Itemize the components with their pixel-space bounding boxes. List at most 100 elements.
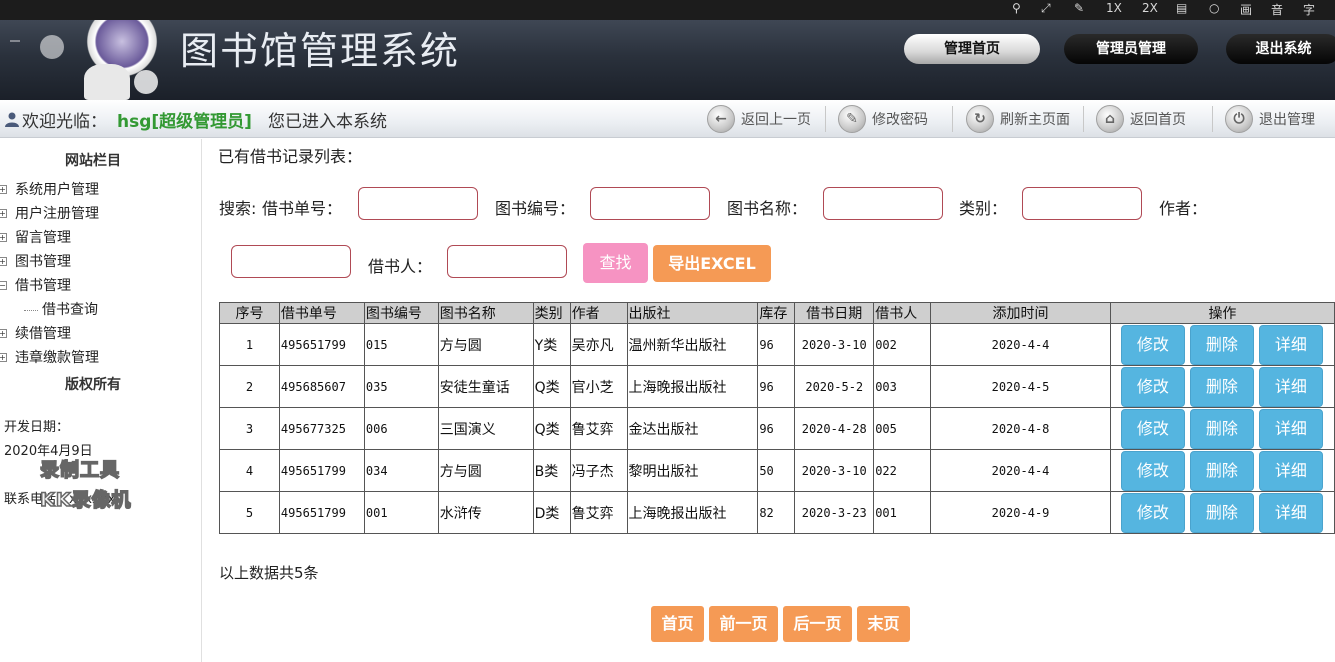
delete-button[interactable]: 删除 <box>1189 492 1254 533</box>
zoom-2x-button[interactable]: 2X <box>1142 1 1158 15</box>
last-page-button[interactable]: 末页 <box>857 606 910 642</box>
delete-button[interactable]: 删除 <box>1189 408 1254 449</box>
cell-stock: 96 <box>757 365 796 408</box>
order-no-label: 借书单号： <box>262 199 343 218</box>
tree-expand-icon: + <box>0 256 7 266</box>
sidebar-item-label: 违章缴款管理 <box>15 350 99 366</box>
detail-button[interactable]: 详细 <box>1258 324 1323 365</box>
decor-bubble <box>40 35 64 59</box>
zoom-1x-button[interactable]: 1X <box>1106 1 1122 15</box>
audio-button[interactable]: 音 <box>1271 1 1283 18</box>
export-excel-button[interactable]: 导出EXCEL <box>653 245 771 282</box>
first-page-button[interactable]: 首页 <box>651 606 704 642</box>
author-label: 作者： <box>1159 199 1208 218</box>
logout-button[interactable]: 退出系统 <box>1226 34 1335 64</box>
refresh-icon: ↻ <box>966 105 994 133</box>
picture-button[interactable]: 画 <box>1240 1 1252 18</box>
fullscreen-icon[interactable]: ⤢ <box>1041 1 1051 16</box>
return-home-label: 返回首页 <box>1130 112 1186 128</box>
delete-button[interactable]: 删除 <box>1189 324 1254 365</box>
detail-button[interactable]: 详细 <box>1258 408 1323 449</box>
site-header: 图书馆管理系统 管理首页 管理员管理 退出系统 <box>0 20 1335 100</box>
edit-icon[interactable]: ✎ <box>1074 1 1084 15</box>
cell-actions: 修改 删除 详细 <box>1109 491 1335 534</box>
cell-book-name: 方与圆 <box>437 449 534 492</box>
admin-home-button[interactable]: 管理首页 <box>904 34 1040 64</box>
cell-order-no: 495685607 <box>278 365 365 408</box>
sidebar-item-borrowing[interactable]: − 借书管理 <box>0 275 71 295</box>
cell-publisher: 黎明出版社 <box>626 449 759 492</box>
sidebar-item-system-users[interactable]: + 系统用户管理 <box>0 179 99 199</box>
change-password-label: 修改密码 <box>872 112 928 128</box>
book-name-input[interactable] <box>823 187 943 220</box>
exit-admin-button[interactable]: ⏻ 退出管理 <box>1225 105 1315 133</box>
divider <box>1083 106 1084 132</box>
col-header-stock: 库存 <box>757 302 796 324</box>
book-no-input[interactable] <box>590 187 710 220</box>
cell-author: 吴亦凡 <box>569 323 628 366</box>
pin-icon[interactable]: ⚲ <box>1012 1 1021 15</box>
delete-button[interactable]: 删除 <box>1189 366 1254 407</box>
borrower-input[interactable] <box>447 245 567 278</box>
col-header-publisher: 出版社 <box>626 302 759 324</box>
cell-borrow-date: 2020-3-10 <box>794 323 875 366</box>
delete-button[interactable]: 删除 <box>1189 450 1254 491</box>
prev-page-button[interactable]: 前一页 <box>709 606 778 642</box>
layout-icon[interactable]: ▤ <box>1176 1 1187 15</box>
table-row: 5 495651799 001 水浒传 D类 鲁艾弈 上海晚报出版社 82 20… <box>219 491 1335 534</box>
next-page-button[interactable]: 后一页 <box>783 606 852 642</box>
sidebar-item-messages[interactable]: + 留言管理 <box>0 227 71 247</box>
change-password-button[interactable]: ✎ 修改密码 <box>838 105 928 133</box>
recorder-watermark-line2: KK录像机 <box>39 488 132 512</box>
decor-bubble <box>134 70 158 94</box>
search-button[interactable]: 查找 <box>583 243 648 283</box>
cell-category: D类 <box>532 491 571 534</box>
cell-publisher: 温州新华出版社 <box>626 323 759 366</box>
detail-button[interactable]: 详细 <box>1258 366 1323 407</box>
sidebar-item-user-registration[interactable]: + 用户注册管理 <box>0 203 99 223</box>
sidebar-item-renewal[interactable]: + 续借管理 <box>0 323 71 343</box>
detail-button[interactable]: 详细 <box>1258 450 1323 491</box>
cell-category: Q类 <box>532 407 571 450</box>
welcome-bar: 欢迎光临： hsg[超级管理员] 您已进入本系统 ← 返回上一页 ✎ 修改密码 … <box>0 100 1335 138</box>
sidebar-subitem-borrow-query[interactable]: 借书查询 <box>24 299 98 319</box>
edit-button[interactable]: 修改 <box>1120 450 1185 491</box>
tree-expand-icon: + <box>0 328 7 338</box>
cell-index: 4 <box>219 449 280 492</box>
go-back-button[interactable]: ← 返回上一页 <box>707 105 811 133</box>
cell-publisher: 金达出版社 <box>626 407 759 450</box>
cell-index: 1 <box>219 323 280 366</box>
cell-added-time: 2020-4-8 <box>930 407 1111 450</box>
category-input[interactable] <box>1022 187 1142 220</box>
cell-actions: 修改 删除 详细 <box>1109 449 1335 492</box>
cell-index: 2 <box>219 365 280 408</box>
tree-expand-icon: + <box>0 208 7 218</box>
cell-added-time: 2020-4-9 <box>930 491 1111 534</box>
edit-button[interactable]: 修改 <box>1120 366 1185 407</box>
col-header-book-name: 图书名称 <box>437 302 534 324</box>
author-input[interactable] <box>231 245 351 278</box>
category-label: 类别： <box>959 199 1008 218</box>
sidebar-item-label: 图书管理 <box>15 254 71 270</box>
detail-button[interactable]: 详细 <box>1258 492 1323 533</box>
cell-borrower: 022 <box>873 449 932 492</box>
divider <box>1212 106 1213 132</box>
search-label: 搜索: <box>219 199 257 218</box>
cell-publisher: 上海晚报出版社 <box>626 491 759 534</box>
sidebar-item-books[interactable]: + 图书管理 <box>0 251 71 271</box>
edit-button[interactable]: 修改 <box>1120 492 1185 533</box>
refresh-button[interactable]: ↻ 刷新主页面 <box>966 105 1070 133</box>
admin-manage-button[interactable]: 管理员管理 <box>1064 34 1198 64</box>
return-home-button[interactable]: ⌂ 返回首页 <box>1096 105 1186 133</box>
welcome-suffix: 您已进入本系统 <box>268 112 387 132</box>
cell-added-time: 2020-4-4 <box>930 449 1111 492</box>
sidebar-item-fines[interactable]: + 违章缴款管理 <box>0 347 99 367</box>
order-no-input[interactable] <box>358 187 478 220</box>
sidebar-item-label: 续借管理 <box>15 326 71 342</box>
cell-book-no: 001 <box>363 491 439 534</box>
bulb-icon[interactable]: ○ <box>1209 1 1219 15</box>
subtitle-button[interactable]: 字 <box>1303 1 1315 18</box>
edit-button[interactable]: 修改 <box>1120 324 1185 365</box>
col-header-borrower: 借书人 <box>873 302 932 324</box>
edit-button[interactable]: 修改 <box>1120 408 1185 449</box>
